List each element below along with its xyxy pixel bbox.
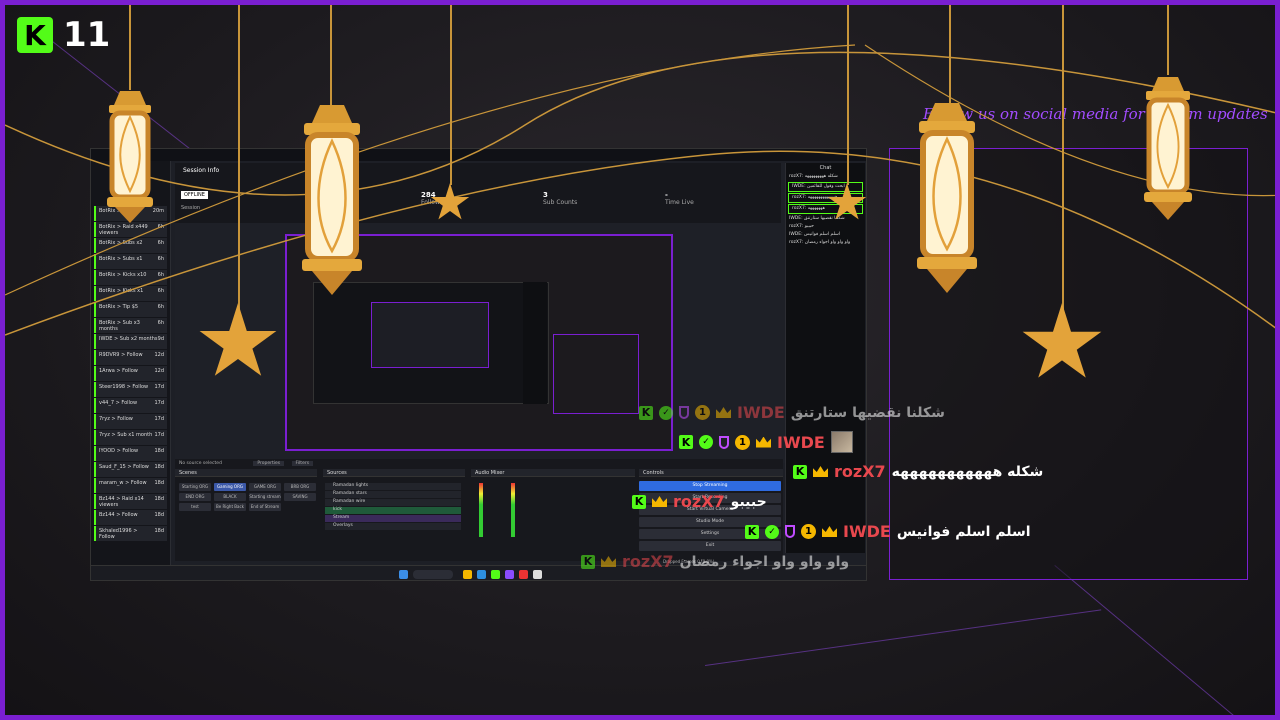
lantern-ornament	[1144, 77, 1192, 220]
lantern-ornament	[107, 91, 153, 223]
hanging-wire	[5, 44, 1275, 336]
stream-overlay-frame: K 11 BotRix > Follow 20m BotRix > Raid x44…	[0, 0, 1280, 720]
lantern-ornament	[302, 105, 362, 295]
lantern-ornament	[917, 103, 977, 293]
